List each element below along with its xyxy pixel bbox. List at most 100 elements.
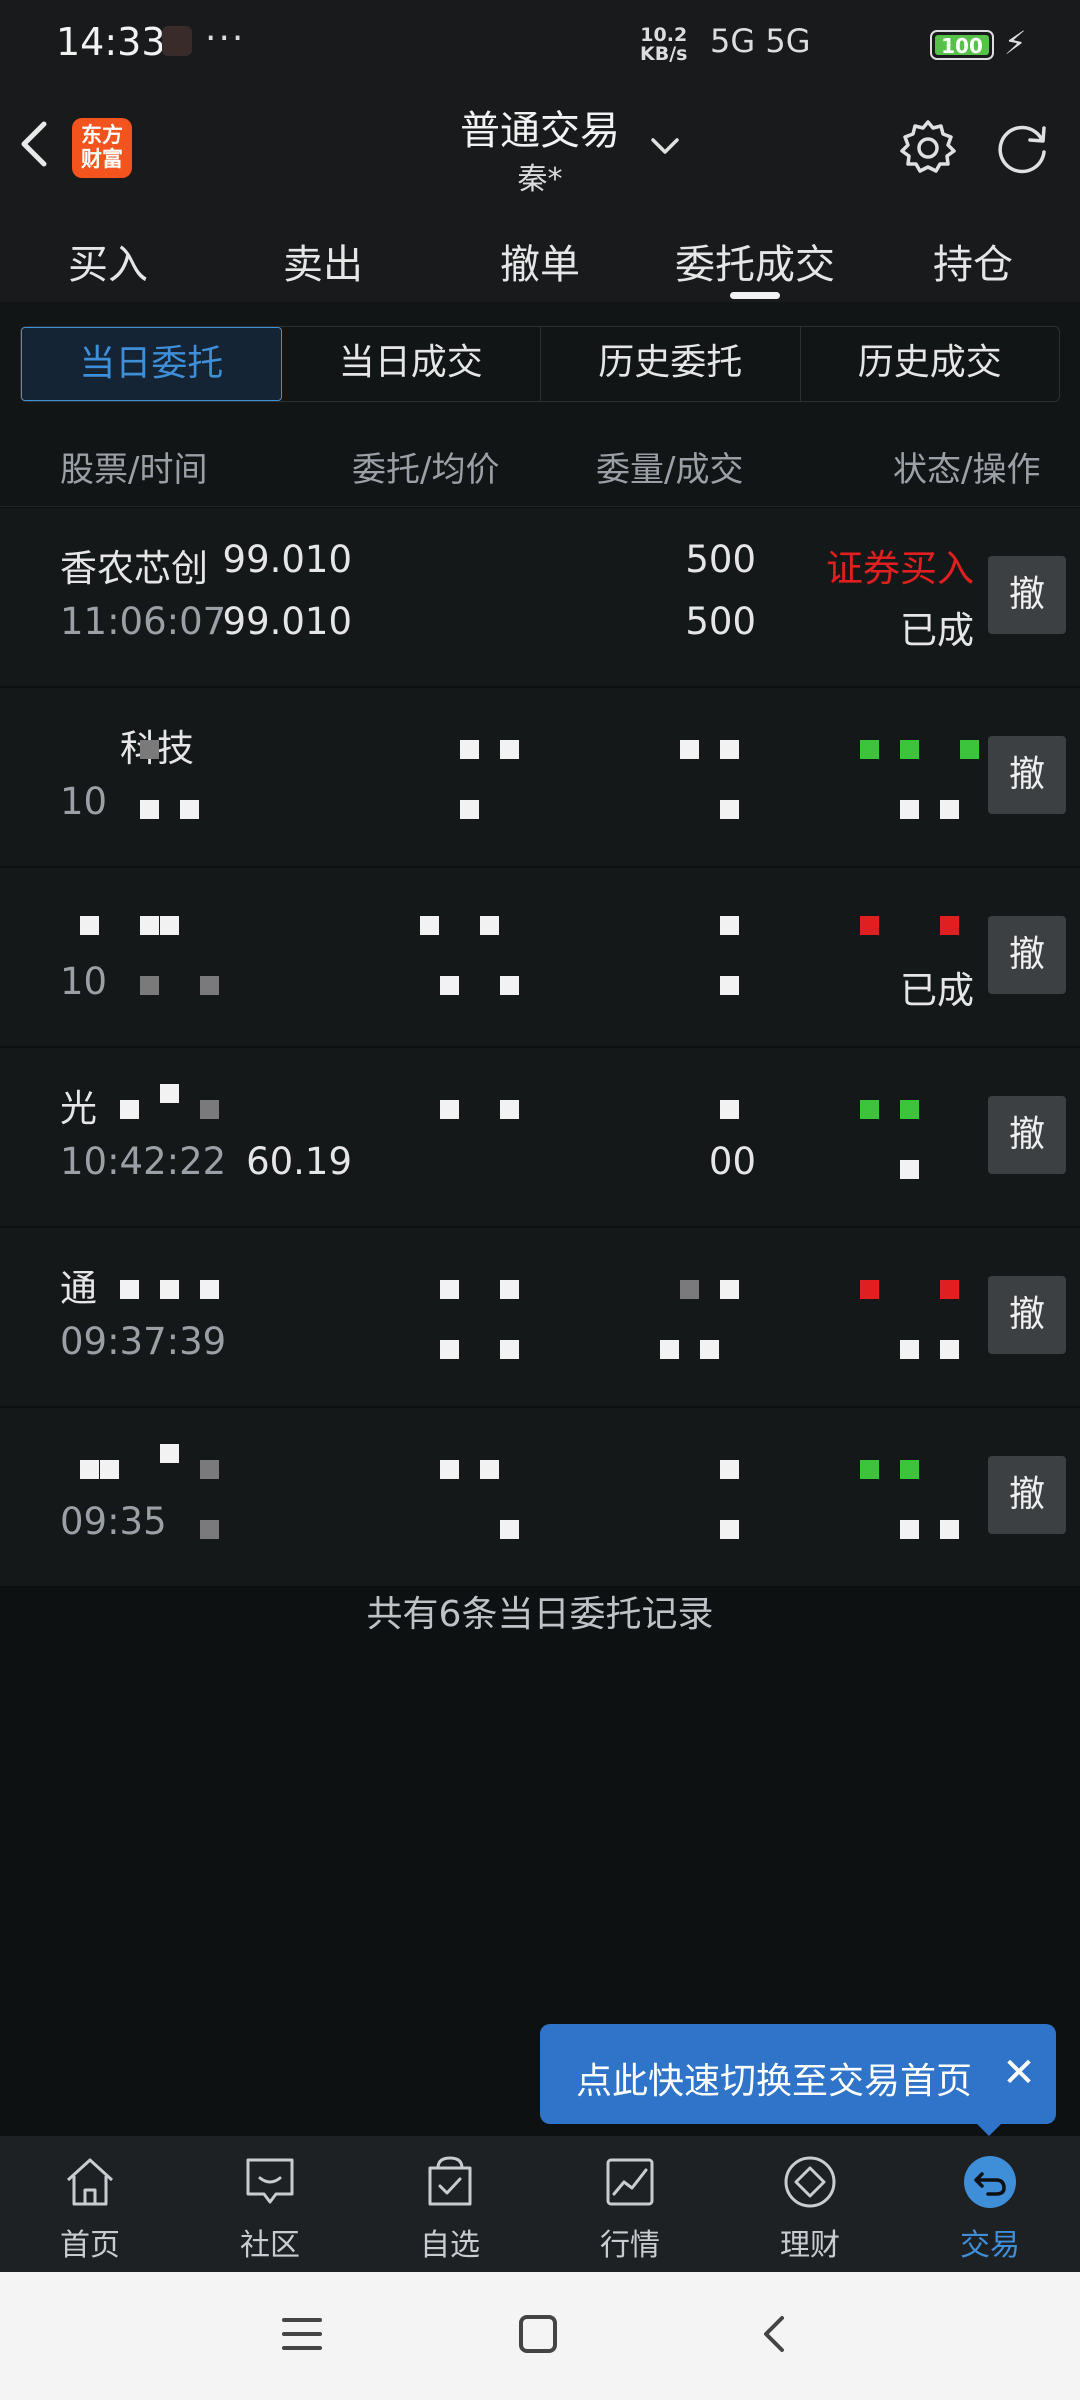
col-status-op: 状态/操作 xyxy=(893,450,1041,490)
more-notifications-icon: ··· xyxy=(205,18,246,59)
order-time: 10 xyxy=(60,780,108,823)
mosaic-block xyxy=(860,1100,879,1119)
cancel-order-button[interactable]: 撤 xyxy=(988,1096,1066,1174)
table-row[interactable]: 香农芯创 11:06:07 99.010 99.010 500 500 证券买入… xyxy=(0,508,1080,688)
close-icon[interactable]: ✕ xyxy=(994,2048,1044,2098)
nav-watchlist[interactable]: 自选 xyxy=(360,2136,540,2272)
cancel-order-button[interactable]: 撤 xyxy=(988,556,1066,634)
table-row[interactable]: 10 已成 撤 xyxy=(0,868,1080,1048)
mosaic-block xyxy=(440,1100,459,1119)
switch-home-tooltip[interactable]: 点此快速切换至交易首页 ✕ xyxy=(540,2024,1056,2124)
table-row[interactable]: 光 10:42:22 60.19 00 撤 xyxy=(0,1048,1080,1228)
mosaic-block xyxy=(500,1520,519,1539)
table-row[interactable]: 通 09:37:39 撤 xyxy=(0,1228,1080,1408)
cancel-order-button[interactable]: 撤 xyxy=(988,1456,1066,1534)
cancel-order-button[interactable]: 撤 xyxy=(988,916,1066,994)
mosaic-block xyxy=(200,1460,219,1479)
mosaic-block xyxy=(160,1444,179,1463)
mosaic-block xyxy=(440,1460,459,1479)
order-type: 证券买入 xyxy=(826,547,974,590)
mosaic-block xyxy=(720,800,739,819)
app-logo: 东方财富 xyxy=(72,118,132,178)
cancel-order-button[interactable]: 撤 xyxy=(988,736,1066,814)
bottom-nav: 首页 社区 自选 行情 理财 交易 xyxy=(0,2136,1080,2272)
tab-cancel-order[interactable]: 撤单 xyxy=(460,232,620,290)
mosaic-block xyxy=(420,916,439,935)
mosaic-block xyxy=(720,916,739,935)
mosaic-block xyxy=(720,740,739,759)
segment-history-deals[interactable]: 历史成交 xyxy=(801,327,1060,401)
avg-price: 60.19 xyxy=(246,1140,352,1183)
page-title[interactable]: 普通交易 xyxy=(430,98,650,156)
mosaic-block xyxy=(720,976,739,995)
segment-today-deals[interactable]: 当日成交 xyxy=(282,327,541,401)
active-tab-indicator xyxy=(730,292,780,299)
mosaic-block xyxy=(660,1340,679,1359)
status-time: 14:33 xyxy=(56,20,166,64)
mosaic-block xyxy=(80,1460,99,1479)
nav-trade[interactable]: 交易 xyxy=(900,2136,1080,2272)
col-qty-deal: 委量/成交 xyxy=(596,450,744,490)
refresh-icon[interactable] xyxy=(992,118,1052,178)
charging-icon: ⚡ xyxy=(1004,24,1027,62)
tab-orders-deals[interactable]: 委托成交 xyxy=(655,232,855,290)
mosaic-block xyxy=(940,1340,959,1359)
back-button[interactable] xyxy=(14,114,70,184)
mosaic-block xyxy=(860,740,879,759)
mosaic-block xyxy=(860,1280,879,1299)
net-speed-unit: KB/s xyxy=(640,43,688,65)
mosaic-block xyxy=(480,916,499,935)
tab-positions[interactable]: 持仓 xyxy=(893,232,1053,290)
nav-wealth[interactable]: 理财 xyxy=(720,2136,900,2272)
cancel-order-button[interactable]: 撤 xyxy=(988,1276,1066,1354)
mosaic-block xyxy=(100,1460,119,1479)
record-count: 共有6条当日委托记录 xyxy=(366,1594,714,1635)
mosaic-block xyxy=(960,740,979,759)
nav-community[interactable]: 社区 xyxy=(180,2136,360,2272)
segment-today-orders[interactable]: 当日委托 xyxy=(21,327,282,401)
mosaic-block xyxy=(500,1340,519,1359)
account-name[interactable]: 秦* xyxy=(430,154,650,198)
stock-name: 光 xyxy=(60,1087,97,1130)
mosaic-block xyxy=(500,1100,519,1119)
mosaic-block xyxy=(500,1280,519,1299)
mosaic-block xyxy=(140,976,159,995)
mosaic-block xyxy=(680,1280,699,1299)
mosaic-block xyxy=(440,1280,459,1299)
mosaic-block xyxy=(140,916,159,935)
mosaic-block xyxy=(120,1280,139,1299)
table-row[interactable]: 科技 10 撤 xyxy=(0,688,1080,868)
gear-icon[interactable] xyxy=(898,118,958,178)
back-icon[interactable] xyxy=(752,2312,796,2356)
segment-history-orders[interactable]: 历史委托 xyxy=(541,327,801,401)
home-icon xyxy=(66,2158,114,2206)
nav-home[interactable]: 首页 xyxy=(0,2136,180,2272)
chevron-down-icon[interactable] xyxy=(645,126,685,166)
order-time: 09:37:39 xyxy=(60,1320,227,1363)
network-speed: 10.2 KB/s xyxy=(640,26,687,64)
order-price: 99.010 xyxy=(222,538,352,581)
chart-icon xyxy=(606,2158,654,2206)
tab-buy[interactable]: 买入 xyxy=(28,232,188,290)
nav-market[interactable]: 行情 xyxy=(540,2136,720,2272)
mosaic-block xyxy=(460,800,479,819)
mosaic-block xyxy=(200,1100,219,1119)
stock-name: 香农芯创 xyxy=(60,547,208,590)
mosaic-block xyxy=(900,1160,919,1179)
mosaic-block xyxy=(180,800,199,819)
mosaic-block xyxy=(900,740,919,759)
table-row[interactable]: 09:35 撤 xyxy=(0,1408,1080,1588)
order-time: 09:35 xyxy=(60,1500,167,1543)
col-stock-time: 股票/时间 xyxy=(60,450,208,490)
mosaic-block xyxy=(160,916,179,935)
mosaic-block xyxy=(460,740,479,759)
mosaic-block xyxy=(500,976,519,995)
menu-icon[interactable] xyxy=(280,2312,324,2356)
order-time: 10:42:22 xyxy=(60,1140,227,1183)
mosaic-block xyxy=(140,800,159,819)
tab-sell[interactable]: 卖出 xyxy=(243,232,403,290)
home-square-icon[interactable] xyxy=(516,2312,560,2356)
nav-label: 理财 xyxy=(780,2228,840,2263)
tooltip-text[interactable]: 点此快速切换至交易首页 xyxy=(576,2052,972,2104)
mosaic-block xyxy=(200,976,219,995)
